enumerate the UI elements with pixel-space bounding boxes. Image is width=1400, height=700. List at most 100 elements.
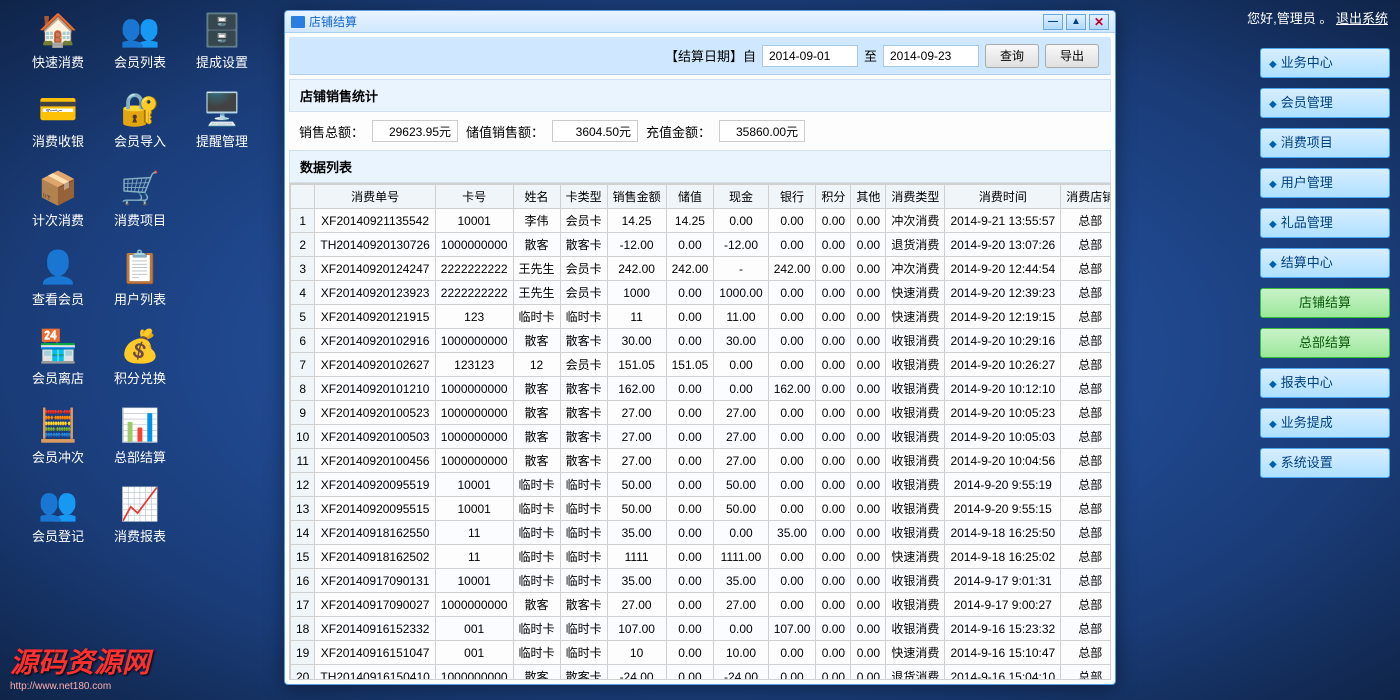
date-from-input[interactable] (762, 45, 858, 67)
cell: 0.00 (816, 329, 851, 353)
data-table-wrap[interactable]: 消费单号卡号姓名卡类型销售金额储值现金银行积分其他消费类型消费时间消费店铺 1X… (289, 183, 1111, 680)
table-row[interactable]: 13XF2014092009551510001临时卡临时卡50.000.0050… (291, 497, 1112, 521)
table-row[interactable]: 7XF2014092010262712312312会员卡151.05151.05… (291, 353, 1112, 377)
desktop-icon-查看会员[interactable]: 👤查看会员 (18, 247, 98, 308)
desktop-icon-会员导入[interactable]: 🔐会员导入 (100, 89, 180, 150)
table-row[interactable]: 3XF201409201242472222222222王先生会员卡242.002… (291, 257, 1112, 281)
table-row[interactable]: 1XF2014092113554210001李伟会员卡14.2514.250.0… (291, 209, 1112, 233)
desktop-icon-用户列表[interactable]: 📋用户列表 (100, 247, 180, 308)
desktop-icon-总部结算[interactable]: 📊总部结算 (100, 405, 180, 466)
col-header[interactable]: 消费单号 (315, 185, 435, 209)
cell: 临时卡 (513, 497, 560, 521)
menu-总部结算[interactable]: 总部结算 (1260, 328, 1390, 358)
col-header[interactable]: 银行 (768, 185, 816, 209)
col-header[interactable]: 卡号 (435, 185, 513, 209)
table-row[interactable]: 10XF201409201005031000000000散客散客卡27.000.… (291, 425, 1112, 449)
col-header[interactable] (291, 185, 315, 209)
cell: 1000000000 (435, 449, 513, 473)
sales-value[interactable] (372, 120, 458, 142)
menu-消费项目[interactable]: 消费项目 (1260, 128, 1390, 158)
cell: 0.00 (851, 593, 886, 617)
cell: 001 (435, 617, 513, 641)
desktop-icon-会员离店[interactable]: 🏪会员离店 (18, 326, 98, 387)
desktop-icon-消费项目[interactable]: 🛒消费项目 (100, 168, 180, 229)
cell: 10001 (435, 473, 513, 497)
menu-用户管理[interactable]: 用户管理 (1260, 168, 1390, 198)
menu-店铺结算[interactable]: 店铺结算 (1260, 288, 1390, 318)
cell: 0.00 (768, 449, 816, 473)
query-button[interactable]: 查询 (985, 44, 1039, 68)
cell: 总部 (1061, 401, 1111, 425)
col-header[interactable]: 消费时间 (945, 185, 1061, 209)
cell: 0.00 (714, 209, 768, 233)
cell: 2014-9-20 10:26:27 (945, 353, 1061, 377)
logout-link[interactable]: 退出系统 (1336, 11, 1388, 26)
col-header[interactable]: 储值 (666, 185, 714, 209)
desktop-icon-提成设置[interactable]: 🗄️提成设置 (182, 10, 262, 71)
desktop-icon-快速消费[interactable]: 🏠快速消费 (18, 10, 98, 71)
desktop-icon-消费收银[interactable]: 💳消费收银 (18, 89, 98, 150)
app-label: 会员导入 (114, 131, 166, 150)
date-to-input[interactable] (883, 45, 979, 67)
table-row[interactable]: 11XF201409201004561000000000散客散客卡27.000.… (291, 449, 1112, 473)
cell: 0.00 (666, 425, 714, 449)
desktop-icon-会员列表[interactable]: 👥会员列表 (100, 10, 180, 71)
cell: 0.00 (851, 209, 886, 233)
cell: 收银消费 (886, 593, 945, 617)
close-button[interactable]: ✕ (1089, 14, 1109, 30)
menu-报表中心[interactable]: 报表中心 (1260, 368, 1390, 398)
menu-业务中心[interactable]: 业务中心 (1260, 48, 1390, 78)
menu-系统设置[interactable]: 系统设置 (1260, 448, 1390, 478)
menu-会员管理[interactable]: 会员管理 (1260, 88, 1390, 118)
cell: 242.00 (768, 257, 816, 281)
table-row[interactable]: 8XF201409201012101000000000散客散客卡162.000.… (291, 377, 1112, 401)
recharge-value[interactable] (719, 120, 805, 142)
cell: 0.00 (851, 473, 886, 497)
desktop-icon-消费报表[interactable]: 📈消费报表 (100, 484, 180, 545)
table-row[interactable]: 17XF201409170900271000000000散客散客卡27.000.… (291, 593, 1112, 617)
stored-value[interactable] (552, 120, 638, 142)
table-row[interactable]: 4XF201409201239232222222222王先生会员卡10000.0… (291, 281, 1112, 305)
menu-礼品管理[interactable]: 礼品管理 (1260, 208, 1390, 238)
col-header[interactable]: 其他 (851, 185, 886, 209)
table-row[interactable]: 12XF2014092009551910001临时卡临时卡50.000.0050… (291, 473, 1112, 497)
table-row[interactable]: 5XF20140920121915123临时卡临时卡110.0011.000.0… (291, 305, 1112, 329)
col-header[interactable]: 卡类型 (560, 185, 607, 209)
desktop-icon-积分兑换[interactable]: 💰积分兑换 (100, 326, 180, 387)
cell: 10001 (435, 569, 513, 593)
cell: 0.00 (816, 401, 851, 425)
table-row[interactable]: 18XF20140916152332001临时卡临时卡107.000.000.0… (291, 617, 1112, 641)
menu-业务提成[interactable]: 业务提成 (1260, 408, 1390, 438)
col-header[interactable]: 消费店铺 (1061, 185, 1111, 209)
table-row[interactable]: 9XF201409201005231000000000散客散客卡27.000.0… (291, 401, 1112, 425)
desktop-icon-计次消费[interactable]: 📦计次消费 (18, 168, 98, 229)
menu-结算中心[interactable]: 结算中心 (1260, 248, 1390, 278)
col-header[interactable]: 姓名 (513, 185, 560, 209)
table-row[interactable]: 16XF2014091709013110001临时卡临时卡35.000.0035… (291, 569, 1112, 593)
maximize-button[interactable]: ▲ (1066, 14, 1086, 30)
desktop-icon-会员登记[interactable]: 👥会员登记 (18, 484, 98, 545)
minimize-button[interactable]: — (1043, 14, 1063, 30)
app-icon: 👤 (35, 247, 81, 287)
export-button[interactable]: 导出 (1045, 44, 1099, 68)
table-row[interactable]: 2TH201409201307261000000000散客散客卡-12.000.… (291, 233, 1112, 257)
cell: 19 (291, 641, 315, 665)
desktop-icon-会员冲次[interactable]: 🧮会员冲次 (18, 405, 98, 466)
table-row[interactable]: 19XF20140916151047001临时卡临时卡100.0010.000.… (291, 641, 1112, 665)
table-row[interactable]: 14XF2014091816255011临时卡临时卡35.000.000.003… (291, 521, 1112, 545)
cell: XF20140920100523 (315, 401, 435, 425)
cell: 1000000000 (435, 401, 513, 425)
col-header[interactable]: 现金 (714, 185, 768, 209)
app-icon: 🏪 (35, 326, 81, 366)
cell: 151.05 (666, 353, 714, 377)
col-header[interactable]: 销售金额 (607, 185, 666, 209)
cell: 临时卡 (560, 497, 607, 521)
table-row[interactable]: 15XF2014091816250211临时卡临时卡11110.001111.0… (291, 545, 1112, 569)
table-row[interactable]: 6XF201409201029161000000000散客散客卡30.000.0… (291, 329, 1112, 353)
cell: 2014-9-20 12:19:15 (945, 305, 1061, 329)
window-titlebar[interactable]: 店铺结算 — ▲ ✕ (285, 11, 1115, 33)
desktop-icon-提醒管理[interactable]: 🖥️提醒管理 (182, 89, 262, 150)
col-header[interactable]: 消费类型 (886, 185, 945, 209)
col-header[interactable]: 积分 (816, 185, 851, 209)
table-row[interactable]: 20TH201409161504101000000000散客散客卡-24.000… (291, 665, 1112, 681)
